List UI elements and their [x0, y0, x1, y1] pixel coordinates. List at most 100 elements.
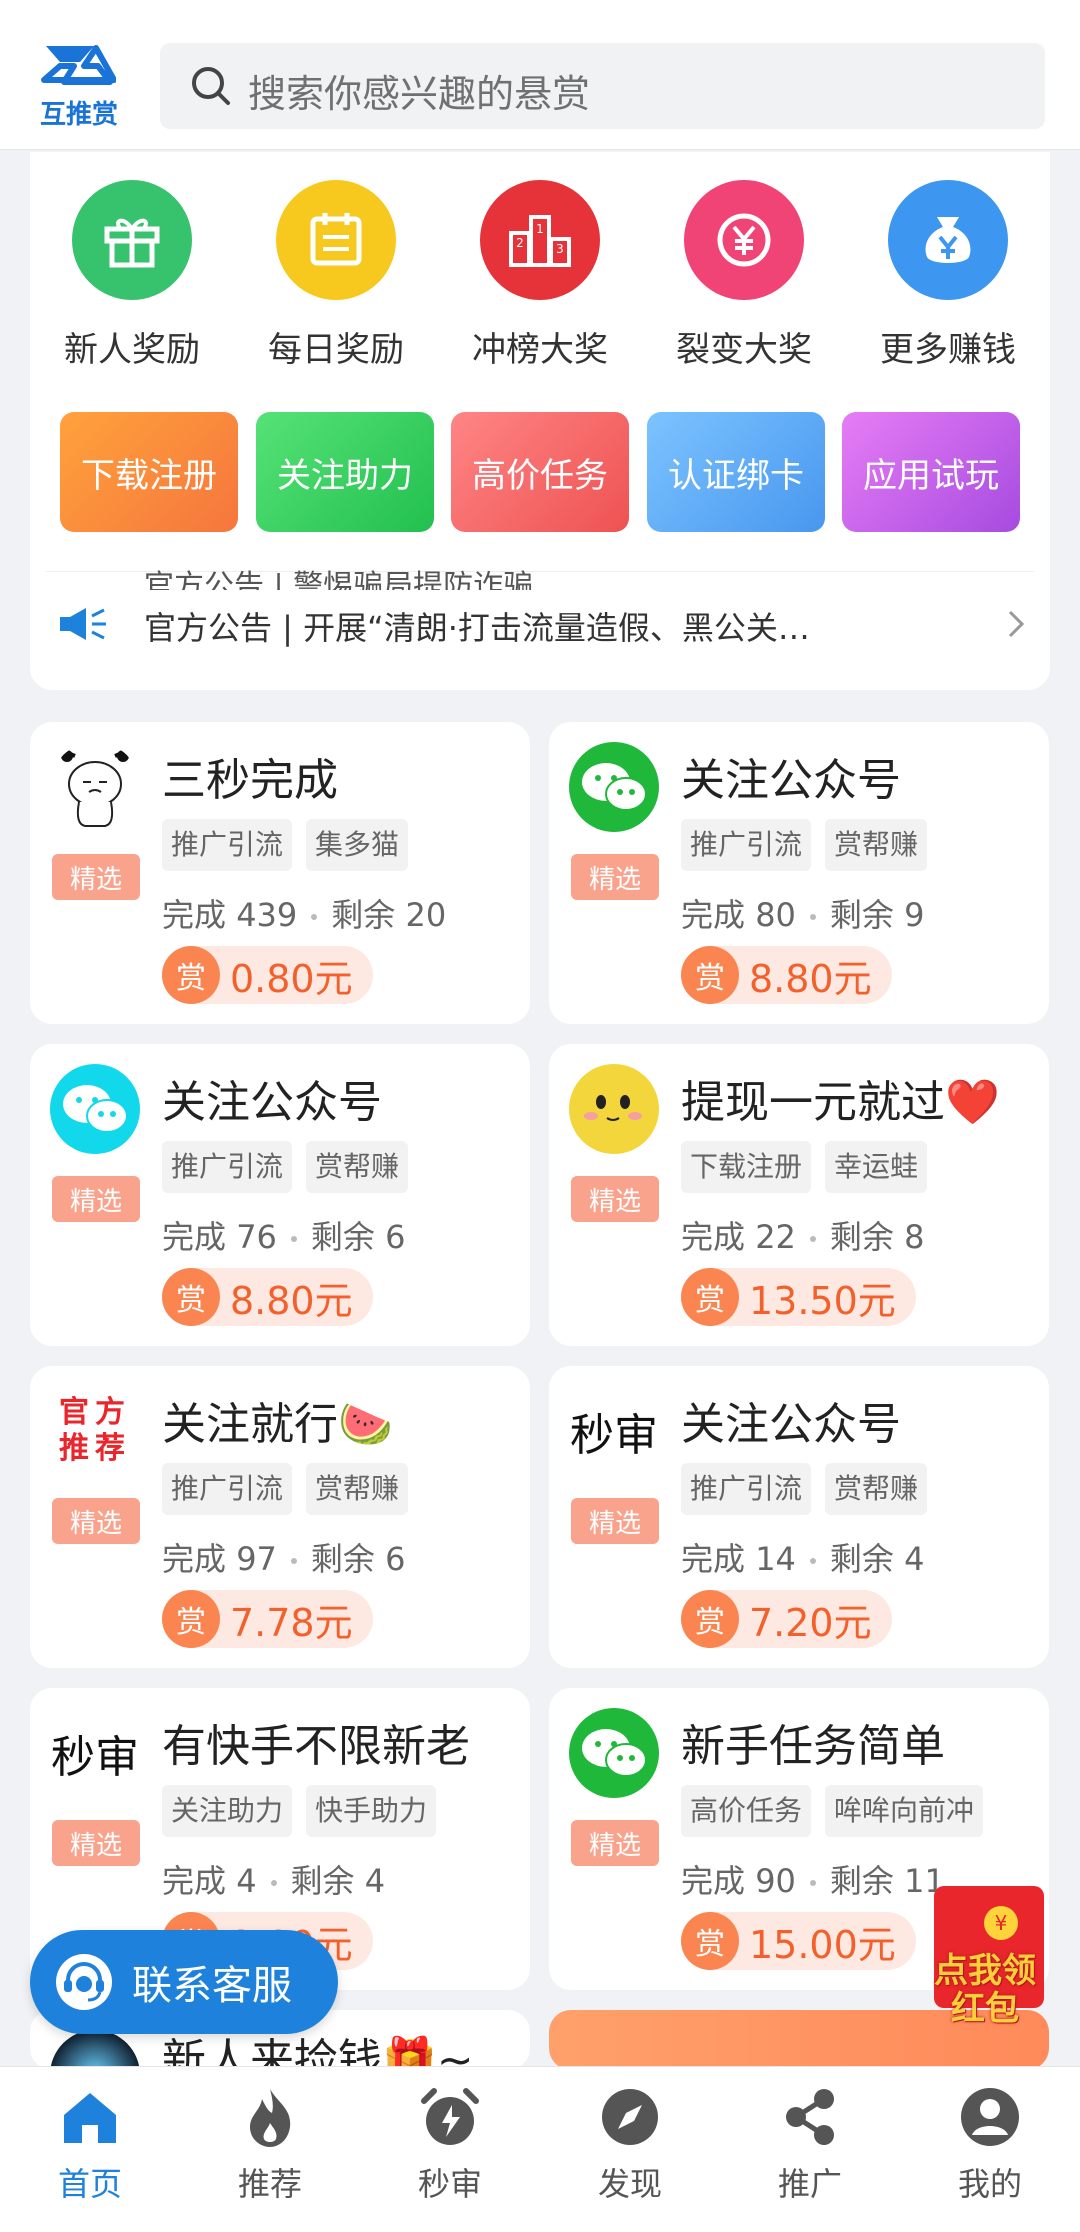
quick-action-new-user[interactable]: 新人奖励 [52, 180, 212, 371]
search-bar[interactable]: 搜索你感兴趣的悬赏 [160, 43, 1045, 129]
quick-action-daily[interactable]: 每日奖励 [256, 180, 416, 371]
category-download-register[interactable]: 下载注册 [60, 412, 238, 532]
quick-icon-bg [888, 180, 1008, 300]
nav-label: 秒审 [417, 2165, 482, 2203]
featured-badge: 精选 [52, 1176, 140, 1222]
task-tags: 推广引流 赏帮赚 [681, 1463, 928, 1515]
task-title: 关注公众号 [162, 1077, 382, 1128]
reward-icon: 赏 [681, 1912, 739, 1970]
yen-coin-icon [717, 213, 771, 267]
task-title: 关注就行🍉 [162, 1399, 393, 1450]
featured-badge: 精选 [52, 1498, 140, 1544]
wechat-icon [63, 1085, 128, 1133]
emoji-avatar [569, 1064, 659, 1154]
task-tag: 赏帮赚 [306, 1141, 409, 1193]
reward-pill: 赏 13.50元 [681, 1268, 916, 1326]
category-follow-help[interactable]: 关注助力 [256, 412, 434, 532]
task-tag: 推广引流 [681, 819, 812, 871]
calendar-icon [310, 213, 362, 266]
quick-icon-bg [684, 180, 804, 300]
task-card[interactable]: 精选 关注公众号 推广引流 赏帮赚 完成 80 剩余 9 赏 8.80元 [549, 722, 1049, 1024]
announcement-text: 官方公告 | 开展“清朗·打击流量造假、黑公关… [144, 609, 810, 647]
search-icon [192, 67, 230, 105]
separator-dot [290, 1558, 297, 1564]
nav-profile[interactable]: 我的 [900, 2085, 1080, 2205]
announcement-bar[interactable]: 官方公告 | 警惕骗局提防诈骗 官方公告 | 开展“清朗·打击流量造假、黑公关… [46, 569, 1034, 671]
nav-home[interactable]: 首页 [0, 2085, 180, 2205]
done-label: 完成 [681, 896, 746, 934]
top-panel: 新人奖励 每日奖励 2 1 3 冲榜大奖 裂变大奖 更多赚钱 下载注册 关注助力… [30, 152, 1050, 690]
done-label: 完成 [162, 1540, 227, 1578]
customer-service-label: 联系客服 [132, 1963, 292, 2009]
red-packet-button[interactable]: ¥ 点我领红包 [920, 1886, 1050, 2036]
reward-value: 15.00元 [749, 1922, 896, 1967]
nav-promote[interactable]: 推广 [720, 2085, 900, 2205]
flame-icon [250, 2089, 291, 2147]
task-card[interactable]: 精选 三秒完成 推广引流 集多猫 完成 439 剩余 20 赏 0.80元 [30, 722, 530, 1024]
featured-badge: 精选 [571, 1498, 659, 1544]
nav-recommend[interactable]: 推荐 [180, 2085, 360, 2205]
app-logo[interactable]: 互推赏 [34, 40, 124, 130]
category-high-price[interactable]: 高价任务 [451, 412, 629, 532]
done-count: 14 [755, 1540, 796, 1578]
quick-label: 裂变大奖 [676, 330, 812, 370]
task-tag: 推广引流 [162, 1463, 293, 1515]
nav-label: 推荐 [237, 2165, 302, 2203]
task-tag: 集多猫 [306, 819, 409, 871]
nav-label: 我的 [957, 2165, 1022, 2203]
customer-service-button[interactable]: 联系客服 [30, 1930, 338, 2034]
done-label: 完成 [681, 1540, 746, 1578]
task-tags: 推广引流 赏帮赚 [162, 1141, 409, 1193]
done-count: 4 [236, 1862, 257, 1900]
search-placeholder: 搜索你感兴趣的悬赏 [248, 72, 591, 116]
task-tags: 下载注册 幸运蛙 [681, 1141, 928, 1193]
reward-pill: 赏 7.78元 [162, 1590, 373, 1648]
left-count: 6 [385, 1540, 406, 1578]
task-card[interactable]: 秒审 精选 关注公众号 推广引流 赏帮赚 完成 14 剩余 4 赏 7.20元 [549, 1366, 1049, 1668]
wechat-cyan-avatar [50, 1064, 140, 1154]
nav-quick-review[interactable]: 秒审 [360, 2085, 540, 2205]
nav-discover[interactable]: 发现 [540, 2085, 720, 2205]
official-avatar: 官方推荐 [50, 1386, 140, 1476]
separator-dot [809, 1236, 816, 1242]
done-count: 22 [755, 1218, 796, 1256]
task-tags: 推广引流 集多猫 [162, 819, 409, 871]
reward-icon: 赏 [681, 1590, 739, 1648]
task-stats: 完成 22 剩余 8 [681, 1212, 924, 1258]
task-card[interactable]: 官方推荐 精选 关注就行🍉 推广引流 赏帮赚 完成 97 剩余 6 赏 7.78元 [30, 1366, 530, 1668]
task-tags: 高价任务 哞哞向前冲 [681, 1785, 984, 1837]
left-count: 20 [405, 896, 447, 934]
separator-dot [311, 914, 318, 920]
quick-action-fission[interactable]: 裂变大奖 [664, 180, 824, 371]
left-count: 6 [385, 1218, 406, 1256]
task-stats: 完成 97 剩余 6 [162, 1534, 405, 1580]
task-title: 关注公众号 [681, 1399, 901, 1450]
task-tag: 哞哞向前冲 [825, 1785, 984, 1837]
task-tags: 关注助力 快手助力 [162, 1785, 437, 1837]
miaoshen-avatar: 秒审 [50, 1708, 140, 1798]
done-count: 80 [755, 896, 796, 934]
svg-text:3: 3 [556, 242, 564, 256]
cartoon-avatar [50, 742, 140, 832]
nav-label: 发现 [597, 2165, 662, 2203]
done-count: 439 [236, 896, 298, 934]
svg-text:1: 1 [536, 222, 544, 236]
bottom-nav: 首页 推荐 秒审 发现 推广 我的 [0, 2066, 1080, 2232]
category-app-trial[interactable]: 应用试玩 [842, 412, 1020, 532]
task-card[interactable]: 精选 关注公众号 推广引流 赏帮赚 完成 76 剩余 6 赏 8.80元 [30, 1044, 530, 1346]
quick-action-more[interactable]: 更多赚钱 [868, 180, 1028, 371]
task-card[interactable]: 精选 提现一元就过❤️ 下载注册 幸运蛙 完成 22 剩余 8 赏 13.50元 [549, 1044, 1049, 1346]
featured-badge: 精选 [571, 854, 659, 900]
task-stats: 完成 80 剩余 9 [681, 890, 924, 936]
category-verify-card[interactable]: 认证绑卡 [647, 412, 825, 532]
task-tags: 推广引流 赏帮赚 [681, 819, 928, 871]
done-label: 完成 [162, 896, 227, 934]
quick-action-ranking[interactable]: 2 1 3 冲榜大奖 [460, 180, 620, 371]
task-tag: 快手助力 [306, 1785, 437, 1837]
featured-badge: 精选 [571, 1820, 659, 1866]
reward-value: 7.78元 [230, 1600, 353, 1645]
task-title: 关注公众号 [681, 755, 901, 806]
share-icon [786, 2089, 834, 2145]
separator-dot [809, 1880, 816, 1886]
task-stats: 完成 76 剩余 6 [162, 1212, 405, 1258]
